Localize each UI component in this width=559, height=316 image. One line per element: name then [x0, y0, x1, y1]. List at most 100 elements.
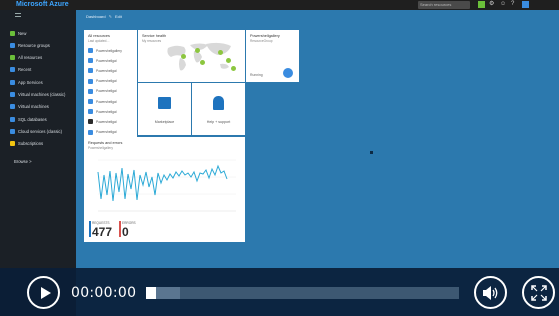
counter-value: 0 — [122, 225, 129, 239]
world-map — [167, 42, 231, 71]
sidebar-item-label: Subscriptions — [18, 141, 44, 147]
resource-icon — [88, 129, 93, 135]
sidebar-item-recent[interactable]: Recent — [10, 66, 31, 74]
sidebar-item-label: New — [18, 30, 27, 36]
sidebar-item-label: App Services — [18, 79, 43, 85]
tile-label: Marketplace — [154, 120, 175, 124]
tile-service-health[interactable]: Service health My resources — [138, 30, 245, 82]
resource-icon — [88, 99, 93, 104]
tile-label: Help + support — [206, 120, 231, 124]
resource-icon — [88, 68, 93, 74]
resource-name: Powershellgal — [96, 58, 117, 63]
list-item[interactable]: Powershellgal — [88, 119, 117, 125]
resource-name: Powershellgallery — [96, 48, 122, 53]
plus-icon — [10, 30, 15, 36]
resource-name: Powershellgal — [96, 68, 117, 73]
portal-top-bar: Microsoft Azure Search resources ⚙ ☺ ? — [0, 0, 559, 10]
progress-bar[interactable] — [146, 287, 459, 299]
settings-icon[interactable]: ⚙ — [489, 1, 496, 8]
hamburger-icon[interactable] — [15, 13, 21, 17]
sidebar-item-sql-databases[interactable]: SQL databases — [10, 115, 47, 123]
resource-name: Powershellgal — [96, 89, 117, 94]
region-status-dot — [195, 48, 200, 53]
help-icon[interactable]: ? — [511, 1, 518, 8]
resource-icon — [88, 48, 93, 53]
resource-icon — [88, 88, 93, 94]
status-text: Running — [250, 73, 263, 77]
counter-value: 477 — [92, 225, 113, 239]
cube-group-icon — [10, 42, 15, 48]
fullscreen-button[interactable] — [522, 276, 555, 309]
counter-color-bar — [89, 221, 91, 237]
list-item[interactable]: Powershellgal — [88, 88, 117, 94]
fullscreen-icon — [530, 284, 547, 301]
globe-icon — [10, 79, 15, 85]
tile-help-support[interactable]: Help + support — [192, 83, 245, 135]
region-status-dot — [231, 66, 236, 71]
sidebar-item-app-services[interactable]: App Services — [10, 78, 43, 86]
support-icon — [213, 96, 224, 110]
top-icons: ⚙ ☺ ? — [478, 1, 529, 8]
key-icon — [10, 141, 15, 147]
list-item[interactable]: Powershellgallery — [88, 48, 122, 53]
tile-resource-group[interactable]: Powershellgallery ResourceGroup Running — [246, 30, 299, 82]
monitor-icon — [10, 92, 15, 97]
sidebar-item-label: Cloud services (classic) — [18, 128, 62, 134]
sidebar-item-virtual-machines[interactable]: Virtual machines — [10, 103, 49, 111]
list-item[interactable]: Powershellgal — [88, 99, 117, 104]
resource-name: Powershellgal — [96, 99, 117, 104]
grid-icon — [10, 55, 15, 61]
sidebar-item-subscriptions[interactable]: Subscriptions — [10, 140, 43, 148]
resource-name: Powershellgal — [96, 79, 117, 84]
progress-handle[interactable] — [146, 287, 156, 299]
tile-requests-errors[interactable]: Requests and errors Powershellgallery RE… — [84, 137, 245, 242]
list-item[interactable]: Powershellgal — [88, 109, 117, 115]
notification-icon[interactable] — [478, 1, 485, 8]
resource-icon — [88, 119, 93, 125]
sidebar-item-resource-groups[interactable]: Resource groups — [10, 41, 50, 49]
clock-icon — [10, 67, 15, 73]
tile-subtitle: Last updated… — [88, 39, 110, 43]
list-item[interactable]: Powershellgal — [88, 129, 117, 135]
resource-icon — [88, 58, 93, 64]
portal-brand[interactable]: Microsoft Azure — [16, 0, 69, 10]
resource-name: Powershellgal — [96, 119, 117, 124]
volume-button[interactable] — [474, 276, 507, 309]
sidebar-item-label: All resources — [18, 55, 43, 61]
sidebar-item-all-resources[interactable]: All resources — [10, 54, 42, 62]
resource-name: Powershellgal — [96, 109, 117, 114]
sidebar-item-label: Recent — [18, 67, 32, 73]
play-button[interactable] — [27, 276, 60, 309]
tile-marketplace[interactable]: Marketplace — [138, 83, 191, 135]
web-app-icon — [283, 68, 293, 78]
smile-icon[interactable]: ☺ — [500, 1, 507, 8]
resource-icon — [88, 78, 93, 84]
sidebar-item-label: SQL databases — [18, 116, 47, 122]
list-item[interactable]: Powershellgal — [88, 58, 117, 64]
search-input[interactable]: Search resources — [418, 1, 470, 9]
avatar[interactable] — [522, 1, 529, 8]
time-display: 00:00:00 — [71, 285, 137, 301]
region-status-dot — [226, 58, 231, 63]
sidebar-item-label: Virtual machines (classic) — [18, 92, 66, 97]
region-status-dot — [181, 54, 186, 59]
resource-icon — [88, 109, 93, 115]
database-icon — [10, 116, 15, 122]
sidebar-item-virtual-machines-classic[interactable]: Virtual machines (classic) — [10, 91, 65, 99]
sidebar-item-label: Resource groups — [18, 42, 50, 48]
edit-link[interactable]: Edit — [115, 14, 122, 19]
sidebar-item-cloud-services-classic[interactable]: Cloud services (classic) — [10, 127, 62, 135]
tile-subtitle: ResourceGroup — [250, 39, 273, 43]
list-item[interactable]: Powershellgal — [88, 68, 117, 74]
resource-name: Powershellgal — [96, 130, 117, 135]
page-title: Dashboard — [86, 14, 106, 19]
pencil-icon[interactable]: ✎ — [109, 14, 112, 19]
marketplace-icon — [158, 97, 171, 109]
tile-all-resources[interactable]: All resources Last updated… Powershellga… — [84, 30, 137, 143]
sidebar-item-new[interactable]: New — [10, 29, 26, 37]
monitor-icon — [10, 104, 15, 110]
cursor-marker — [370, 151, 373, 154]
region-status-dot — [200, 60, 205, 65]
sidebar-browse[interactable]: Browse > — [14, 159, 32, 164]
list-item[interactable]: Powershellgal — [88, 78, 117, 84]
